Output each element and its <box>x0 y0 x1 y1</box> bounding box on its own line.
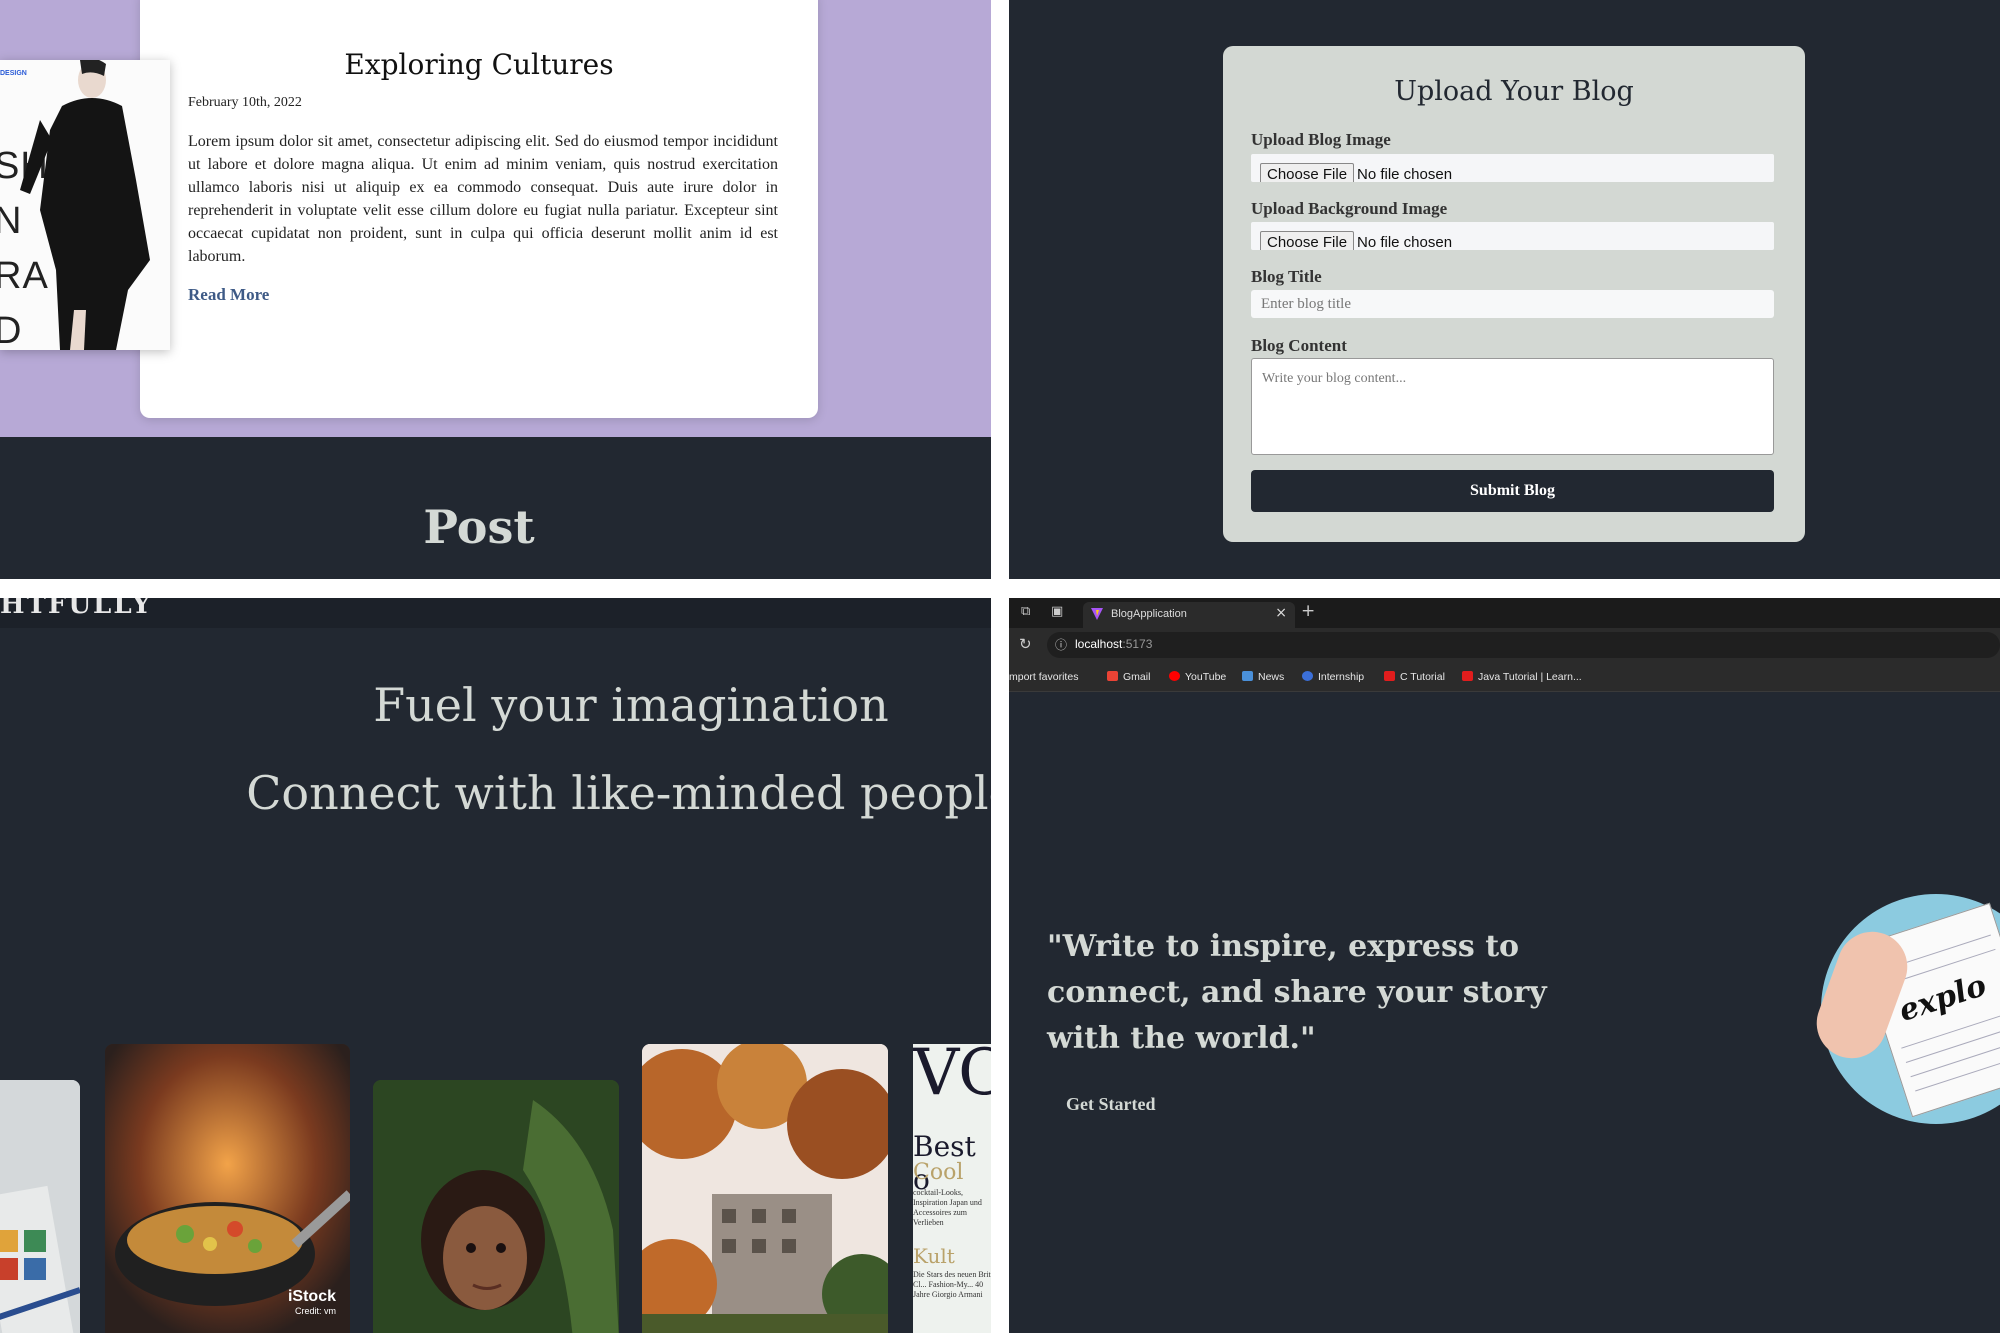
magazine-blurb: cocktail-Looks, Inspiration Japan und Ac… <box>913 1188 982 1227</box>
url-text: localhost:5173 <box>1075 637 1152 651</box>
blog-content-label: Blog Content <box>1251 336 1347 355</box>
tagline-connect: Connect with like-minded people <box>246 766 991 820</box>
browser-window: ⧉ ▣ BlogApplication × + ↻ ⓘ localhost:51… <box>1009 598 2000 1333</box>
bookmark-label: C Tutorial <box>1400 671 1445 683</box>
portrait-illustration <box>373 1080 619 1333</box>
background-image-file-input[interactable]: Choose File No file chosen <box>1251 222 1774 250</box>
upload-blog-form: Upload Your Blog Upload Blog Image Choos… <box>1223 46 1805 542</box>
istock-text: iStock <box>287 1288 336 1305</box>
istock-watermark: iStock Credit: vm <box>287 1288 336 1318</box>
model-figure <box>20 60 150 350</box>
blog-card-body: Lorem ipsum dolor sit amet, consectetur … <box>188 133 778 265</box>
no-file-text: No file chosen <box>1357 234 1453 250</box>
tab-title: BlogApplication <box>1111 608 1187 620</box>
bookmark-news[interactable]: News <box>1242 671 1284 683</box>
c-tutorial-icon <box>1384 671 1395 681</box>
bookmark-java-tutorial[interactable]: Java Tutorial | Learn... <box>1462 671 1582 683</box>
tab-bar: ⧉ ▣ BlogApplication × + <box>1009 598 2000 628</box>
gallery-image-portrait[interactable] <box>373 1080 619 1333</box>
bookmark-youtube[interactable]: YouTube <box>1169 671 1226 683</box>
background-image-label: Upload Background Image <box>1251 199 1448 218</box>
info-icon[interactable]: ⓘ <box>1055 636 1067 653</box>
blog-card-date: February 10th, 2022 <box>188 95 302 110</box>
bookmark-label: Internship <box>1318 671 1365 683</box>
url-input[interactable]: ⓘ localhost:5173 <box>1047 632 2000 658</box>
gallery-image-magazine[interactable]: VO Best o Cool cocktail-Looks, Inspirati… <box>913 1044 991 1333</box>
vite-favicon-icon <box>1091 608 1103 620</box>
gmail-icon <box>1107 671 1118 681</box>
blog-title-label: Blog Title <box>1251 267 1322 286</box>
choose-file-button[interactable]: Choose File <box>1260 163 1355 182</box>
upload-panel: Upload Your Blog Upload Blog Image Choos… <box>1009 0 2000 579</box>
blog-image-file-input[interactable]: Choose File No file chosen <box>1251 154 1774 182</box>
choose-file-button[interactable]: Choose File <box>1260 231 1355 250</box>
istock-credit: Credit: vm <box>294 1306 336 1316</box>
workspaces-icon[interactable]: ⧉ <box>1021 604 1030 619</box>
magazine-kult: Kult <box>913 1244 955 1268</box>
internship-icon <box>1302 671 1313 681</box>
magazine-blurb-2: Die Stars des neuen Brit Cl... Fashion-M… <box>913 1270 991 1299</box>
bookmark-import-favorites[interactable]: mport favorites <box>1009 671 1078 683</box>
news-icon <box>1242 671 1253 681</box>
gallery-image-paints[interactable] <box>0 1080 80 1333</box>
blog-card-image: DESIGN SH N RA D <box>0 60 170 350</box>
gallery-image-wok[interactable]: iStock Credit: vm <box>105 1044 350 1333</box>
blog-card: Exploring Cultures February 10th, 2022 L… <box>140 0 818 418</box>
header-text: HTFULLY <box>0 598 153 620</box>
gallery-image-autumn[interactable] <box>642 1044 888 1333</box>
read-more-link[interactable]: Read More <box>188 285 269 305</box>
autumn-illustration <box>642 1044 888 1333</box>
paints-illustration <box>0 1080 80 1333</box>
blog-card-title: Exploring Cultures <box>344 48 614 81</box>
close-icon[interactable]: × <box>1275 605 1287 621</box>
blog-title-input[interactable]: Enter blog title <box>1251 290 1774 318</box>
landing-gallery-panel: HTFULLY Fuel your imagination Connect wi… <box>0 598 991 1333</box>
magazine-cool: Cool <box>913 1160 964 1185</box>
submit-blog-button[interactable]: Submit Blog <box>1251 470 1774 512</box>
blog-card-panel: Exploring Cultures February 10th, 2022 L… <box>0 0 991 579</box>
blog-image-label: Upload Blog Image <box>1251 130 1391 149</box>
new-tab-icon[interactable]: + <box>1301 601 1315 621</box>
refresh-icon[interactable]: ↻ <box>1019 635 1032 653</box>
no-file-text: No file chosen <box>1357 166 1453 182</box>
bookmark-label: Gmail <box>1123 671 1151 683</box>
tagline-imagination: Fuel your imagination <box>373 678 889 732</box>
java-tutorial-icon <box>1462 671 1473 681</box>
bookmark-c-tutorial[interactable]: C Tutorial <box>1384 671 1445 683</box>
hero-quote: "Write to inspire, express to connect, a… <box>1047 929 1547 1056</box>
post-heading: Post <box>423 500 535 554</box>
address-bar: ↻ ⓘ localhost:5173 <box>1009 628 2000 662</box>
bookmark-label: News <box>1258 671 1285 683</box>
bookmark-internship[interactable]: Internship <box>1302 671 1364 683</box>
bookmark-label: YouTube <box>1185 671 1227 683</box>
header-strip: HTFULLY <box>0 598 991 628</box>
form-title: Upload Your Blog <box>1394 76 1634 107</box>
url-port: :5173 <box>1122 637 1153 651</box>
bookmark-label: Java Tutorial | Learn... <box>1478 671 1582 683</box>
blog-content-textarea[interactable]: Write your blog content... <box>1251 358 1774 455</box>
tab-actions-icon[interactable]: ▣ <box>1051 604 1063 619</box>
magazine-masthead: VO <box>913 1044 991 1110</box>
bookmark-gmail[interactable]: Gmail <box>1107 671 1150 683</box>
youtube-icon <box>1169 671 1180 681</box>
bookmarks-bar: mport favorites Gmail YouTube News Inter… <box>1009 662 2000 692</box>
url-host: localhost <box>1075 637 1123 651</box>
tab-blog-application[interactable]: BlogApplication × <box>1083 602 1295 628</box>
get-started-button[interactable]: Get Started <box>1066 1094 1155 1115</box>
